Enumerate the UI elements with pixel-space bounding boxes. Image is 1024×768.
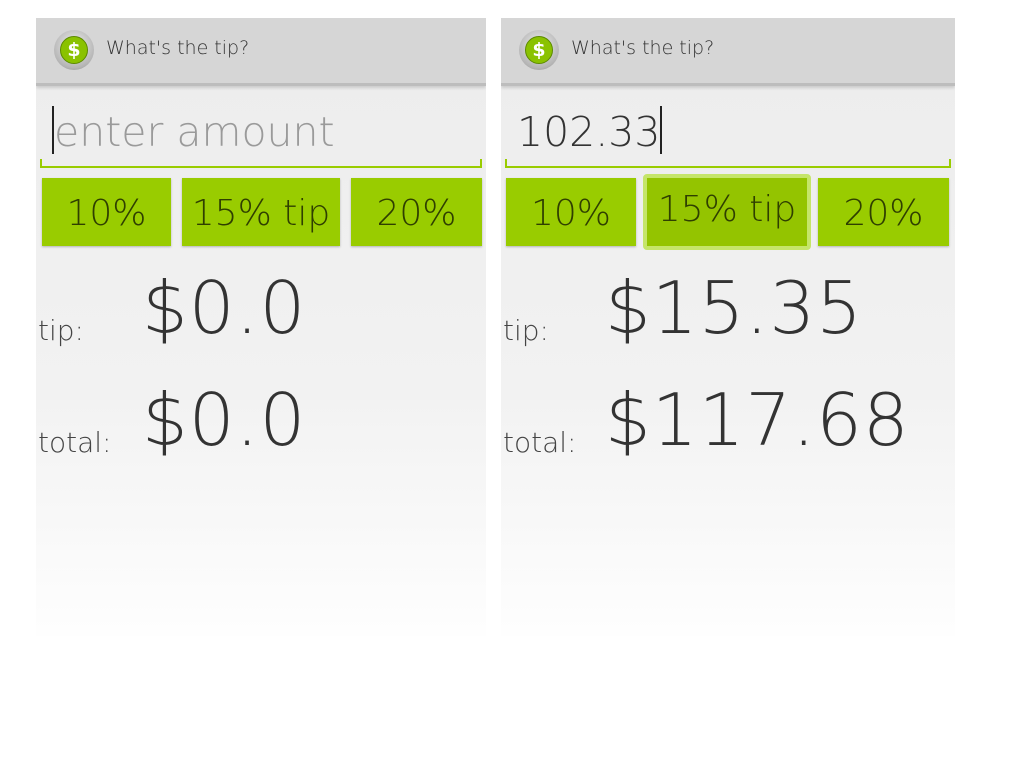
total-amount: $117.68: [605, 378, 910, 462]
tip-10-button[interactable]: 10%: [42, 178, 171, 246]
action-bar: $ What's the tip?: [501, 18, 955, 86]
phone-screen-empty: $ What's the tip? enter amount 10% 15% t…: [36, 18, 486, 636]
action-bar: $ What's the tip?: [36, 18, 486, 86]
amount-input[interactable]: 102.33: [505, 98, 951, 168]
tip-label: tip:: [38, 314, 84, 347]
tip-15-button[interactable]: 15% tip: [182, 178, 340, 246]
amount-text-area: 102.33: [517, 106, 663, 157]
dollar-sign-glyph: $: [525, 36, 553, 64]
total-label: total:: [38, 426, 112, 459]
app-title: What's the tip?: [106, 37, 250, 59]
dollar-coin-icon[interactable]: $: [54, 30, 94, 70]
tip-20-button[interactable]: 20%: [351, 178, 482, 246]
tip-15-button[interactable]: 15% tip: [643, 174, 811, 250]
total-label: total:: [503, 426, 577, 459]
tip-amount: $15.35: [605, 266, 863, 350]
tip-amount: $0.0: [142, 266, 307, 350]
total-amount: $0.0: [142, 378, 307, 462]
dollar-coin-icon[interactable]: $: [519, 30, 559, 70]
amount-value: 102.33: [517, 108, 661, 156]
app-title: What's the tip?: [571, 37, 715, 59]
tip-label: tip:: [503, 314, 549, 347]
amount-input[interactable]: enter amount: [40, 98, 482, 168]
tip-10-button[interactable]: 10%: [506, 178, 636, 246]
phone-screen-filled: $ What's the tip? 102.33 10% 15% tip 20%…: [501, 18, 955, 636]
dollar-sign-glyph: $: [60, 36, 88, 64]
amount-placeholder: enter amount: [54, 108, 335, 156]
tip-20-button[interactable]: 20%: [818, 178, 949, 246]
text-cursor: [660, 106, 663, 154]
amount-text-area: enter amount: [52, 106, 335, 157]
